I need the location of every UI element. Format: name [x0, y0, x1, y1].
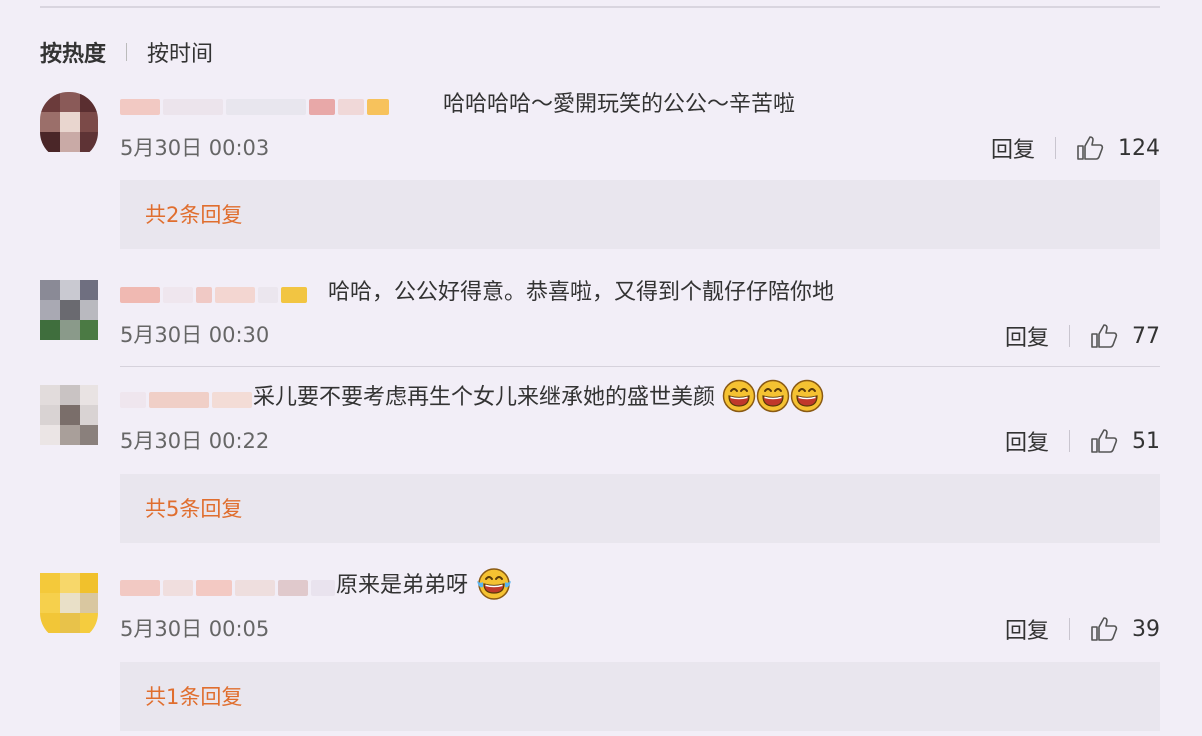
- username-blurred[interactable]: [120, 94, 389, 120]
- like-button[interactable]: 124: [1076, 135, 1160, 161]
- reply-button[interactable]: 回复: [1005, 425, 1049, 457]
- avatar[interactable]: [40, 92, 98, 160]
- reply-button[interactable]: 回复: [991, 132, 1035, 164]
- like-count: 51: [1132, 428, 1160, 454]
- reply-thread-box: 共5条回复: [120, 474, 1160, 543]
- comment-time: 5月30日 00:05: [120, 617, 270, 641]
- sort-tabs: 按热度 按时间: [40, 36, 213, 68]
- like-count: 124: [1118, 135, 1160, 161]
- comment-actions: 回复 124: [991, 132, 1160, 164]
- comment-text: 采儿要不要考虑再生个女儿来继承她的盛世美颜: [253, 379, 824, 413]
- thumbs-up-icon: [1091, 617, 1118, 641]
- avatar[interactable]: [40, 573, 98, 641]
- comment-time: 5月30日 00:22: [120, 429, 270, 453]
- tears-of-joy-emoji-icon: [477, 568, 512, 600]
- comment-text: 哈哈，公公好得意。恭喜啦，又得到个靓仔仔陪你地: [328, 280, 835, 305]
- view-replies-link[interactable]: 共2条回复: [145, 199, 242, 229]
- reply-button[interactable]: 回复: [1005, 613, 1049, 645]
- view-replies-link[interactable]: 共5条回复: [145, 493, 242, 523]
- username-blurred[interactable]: [120, 387, 252, 413]
- like-button[interactable]: 51: [1090, 428, 1160, 454]
- comment-divider: [120, 366, 1160, 367]
- avatar[interactable]: [40, 385, 98, 453]
- username-blurred[interactable]: [120, 282, 307, 308]
- actions-separator: [1069, 430, 1070, 452]
- reply-thread-box: 共1条回复: [120, 662, 1160, 731]
- thumbs-up-icon: [1077, 136, 1104, 160]
- avatar[interactable]: [40, 280, 98, 348]
- comment-actions: 回复 39: [1005, 613, 1160, 645]
- comment-time: 5月30日 00:30: [120, 323, 270, 347]
- comment-text: 原来是弟弟呀: [336, 568, 513, 601]
- laughing-emoji-icon: [790, 379, 824, 413]
- like-count: 39: [1132, 616, 1160, 642]
- tab-sort-by-time[interactable]: 按时间: [147, 36, 213, 68]
- comment-actions: 回复 51: [1005, 425, 1160, 457]
- reply-thread-box: 共2条回复: [120, 180, 1160, 249]
- actions-separator: [1069, 618, 1070, 640]
- reply-button[interactable]: 回复: [1005, 320, 1049, 352]
- actions-separator: [1069, 325, 1070, 347]
- thumbs-up-icon: [1091, 324, 1118, 348]
- laughing-emoji-icon: [756, 379, 790, 413]
- comment-time: 5月30日 00:03: [120, 136, 270, 160]
- top-divider: [40, 6, 1160, 8]
- like-button[interactable]: 39: [1090, 616, 1160, 642]
- thumbs-up-icon: [1091, 429, 1118, 453]
- tab-separator: [126, 43, 128, 61]
- username-blurred[interactable]: [120, 575, 335, 601]
- laughing-emoji-icon: [722, 379, 756, 413]
- like-count: 77: [1132, 323, 1160, 349]
- like-button[interactable]: 77: [1090, 323, 1160, 349]
- comment-text: 哈哈哈哈～愛開玩笑的公公～辛苦啦: [443, 92, 796, 117]
- comment-actions: 回复 77: [1005, 320, 1160, 352]
- actions-separator: [1055, 137, 1056, 159]
- tab-sort-by-hot[interactable]: 按热度: [40, 36, 106, 68]
- view-replies-link[interactable]: 共1条回复: [145, 681, 242, 711]
